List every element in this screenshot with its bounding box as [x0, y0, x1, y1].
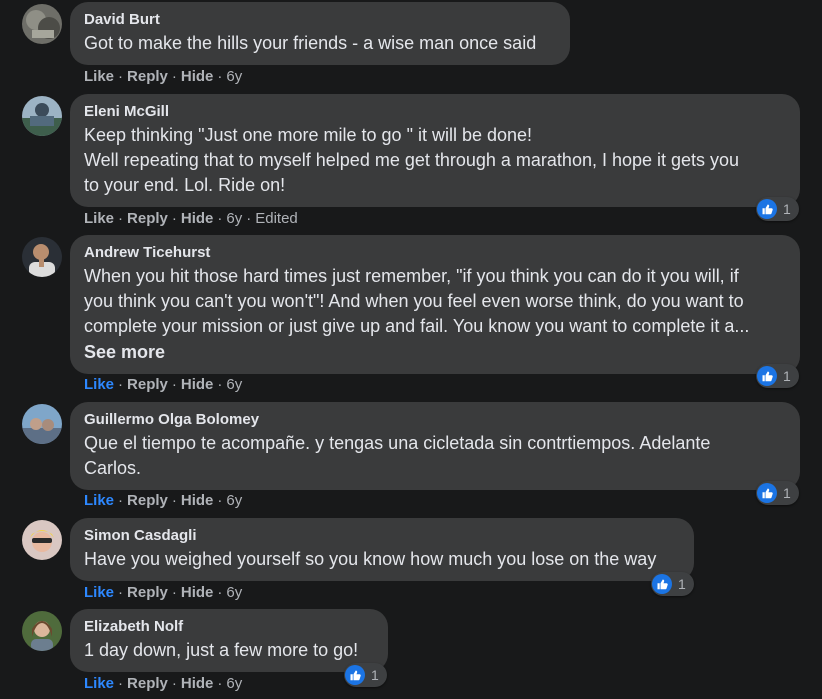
like-thumbs-up-icon [757, 366, 777, 386]
separator: · [118, 210, 124, 227]
comment-author[interactable]: Simon Casdagli [84, 526, 680, 546]
timestamp[interactable]: 6y [226, 492, 242, 509]
separator: · [171, 675, 177, 692]
hide-button[interactable]: Hide [181, 210, 214, 227]
see-more-link[interactable]: See more [84, 340, 786, 365]
comment-bubble: Andrew Ticehurst When you hit those hard… [70, 235, 800, 374]
edited-label[interactable]: Edited [255, 210, 298, 227]
separator: · [118, 376, 124, 393]
comment-author[interactable]: David Burt [84, 10, 556, 30]
reaction-count[interactable]: 1 [756, 481, 799, 505]
avatar[interactable] [22, 404, 62, 444]
reaction-number: 1 [783, 485, 791, 501]
reaction-number: 1 [678, 576, 686, 592]
avatar[interactable] [22, 611, 62, 651]
comment-bubble: Eleni McGill Keep thinking "Just one mor… [70, 94, 800, 207]
separator: · [118, 492, 124, 509]
like-thumbs-up-icon [652, 574, 672, 594]
comment-text: 1 day down, just a few more to go! [84, 640, 359, 660]
comment-actions: Like · Reply · Hide · 6y [84, 675, 242, 693]
comment-author[interactable]: Guillermo Olga Bolomey [84, 410, 786, 430]
hide-button[interactable]: Hide [181, 492, 214, 509]
avatar[interactable] [22, 4, 62, 44]
separator: · [118, 68, 124, 85]
separator: · [217, 68, 223, 85]
separator: · [217, 584, 223, 601]
separator: · [118, 675, 124, 692]
comment-actions: Like · Reply · Hide · 6y [84, 376, 242, 394]
like-button[interactable]: Like [84, 210, 114, 227]
comment-actions: Like · Reply · Hide · 6y [84, 492, 242, 510]
separator: · [246, 210, 252, 227]
reply-button[interactable]: Reply [127, 210, 168, 227]
reaction-count[interactable]: 1 [756, 197, 799, 221]
like-button[interactable]: Like [84, 584, 114, 601]
avatar[interactable] [22, 237, 62, 277]
separator: · [217, 675, 223, 692]
separator: · [171, 210, 177, 227]
reaction-count[interactable]: 1 [344, 663, 387, 687]
comment-text: Have you weighed yourself so you know ho… [84, 549, 657, 569]
reaction-number: 1 [371, 667, 379, 683]
separator: · [217, 376, 223, 393]
comment-actions: Like · Reply · Hide · 6y [84, 68, 242, 86]
like-button[interactable]: Like [84, 68, 114, 85]
comment-author[interactable]: Andrew Ticehurst [84, 243, 786, 263]
comment-text: Got to make the hills your friends - a w… [84, 33, 537, 53]
avatar[interactable] [22, 96, 62, 136]
comment-author[interactable]: Eleni McGill [84, 102, 786, 122]
reaction-count[interactable]: 1 [651, 572, 694, 596]
timestamp[interactable]: 6y [226, 675, 242, 692]
hide-button[interactable]: Hide [181, 584, 214, 601]
reply-button[interactable]: Reply [127, 68, 168, 85]
comment-text: Que el tiempo te acompañe. y tengas una … [84, 433, 711, 478]
separator: · [171, 584, 177, 601]
reply-button[interactable]: Reply [127, 675, 168, 692]
separator: · [217, 210, 223, 227]
like-thumbs-up-icon [757, 199, 777, 219]
hide-button[interactable]: Hide [181, 675, 214, 692]
comment-actions: Like · Reply · Hide · 6y · Edited [84, 210, 298, 228]
avatar[interactable] [22, 520, 62, 560]
separator: · [118, 584, 124, 601]
separator: · [171, 492, 177, 509]
comment-actions: Like · Reply · Hide · 6y [84, 584, 242, 602]
timestamp[interactable]: 6y [226, 584, 242, 601]
reply-button[interactable]: Reply [127, 492, 168, 509]
like-thumbs-up-icon [757, 483, 777, 503]
like-button[interactable]: Like [84, 376, 114, 393]
hide-button[interactable]: Hide [181, 376, 214, 393]
reaction-number: 1 [783, 201, 791, 217]
separator: · [171, 376, 177, 393]
like-button[interactable]: Like [84, 492, 114, 509]
reply-button[interactable]: Reply [127, 376, 168, 393]
separator: · [171, 68, 177, 85]
hide-button[interactable]: Hide [181, 68, 214, 85]
comment-author[interactable]: Elizabeth Nolf [84, 617, 374, 637]
comment-bubble: Guillermo Olga Bolomey Que el tiempo te … [70, 402, 800, 490]
reply-button[interactable]: Reply [127, 584, 168, 601]
comment-bubble: Simon Casdagli Have you weighed yourself… [70, 518, 694, 581]
timestamp[interactable]: 6y [226, 376, 242, 393]
like-thumbs-up-icon [345, 665, 365, 685]
comment-text: When you hit those hard times just remem… [84, 266, 750, 336]
comment-bubble: David Burt Got to make the hills your fr… [70, 2, 570, 65]
like-button[interactable]: Like [84, 675, 114, 692]
separator: · [217, 492, 223, 509]
timestamp[interactable]: 6y [226, 210, 242, 227]
comment-text: Keep thinking "Just one more mile to go … [84, 125, 740, 195]
comment-bubble: Elizabeth Nolf 1 day down, just a few mo… [70, 609, 388, 672]
timestamp[interactable]: 6y [226, 68, 242, 85]
reaction-number: 1 [783, 368, 791, 384]
reaction-count[interactable]: 1 [756, 364, 799, 388]
